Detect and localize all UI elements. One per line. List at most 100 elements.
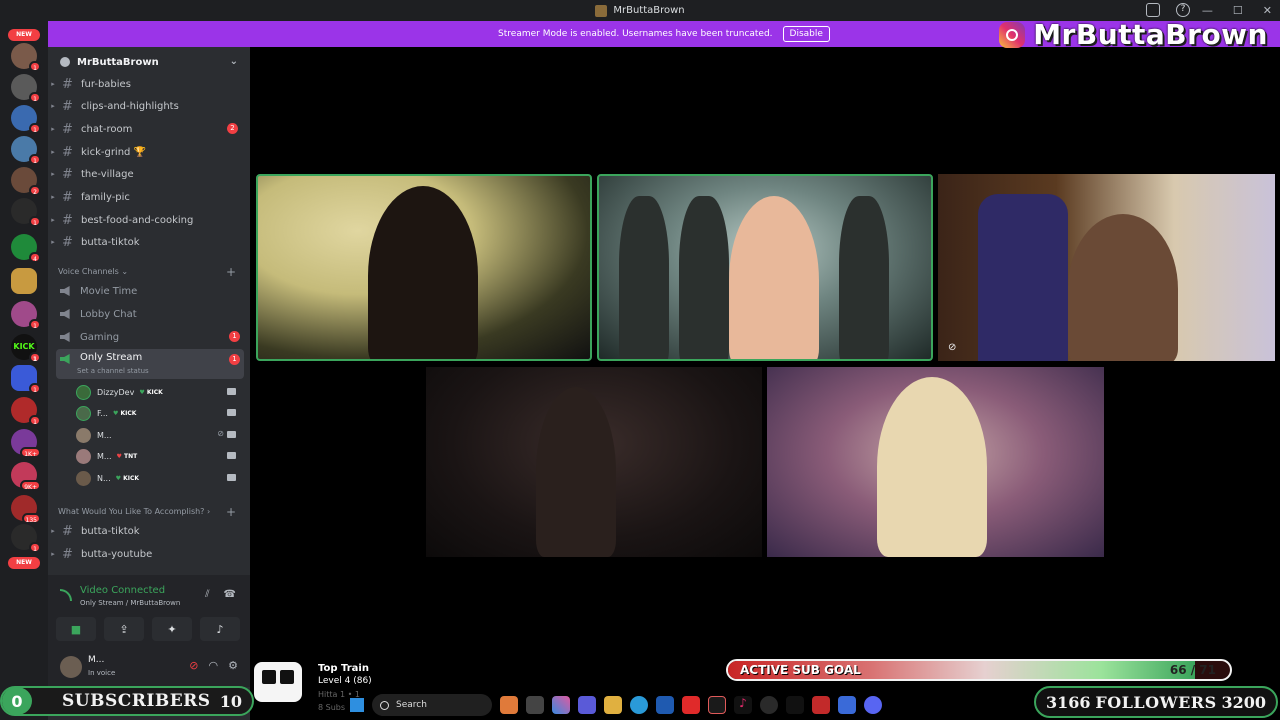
add-channel-icon[interactable]: + [226,265,236,279]
channel-item[interactable]: ▸ # the-village [48,163,250,185]
new-badge: NEW [8,557,40,569]
disable-streamer-mode-button[interactable]: Disable [782,26,830,42]
channel-item[interactable]: ▸ # butta-tiktok [48,231,250,253]
voice-user[interactable]: F... ♥ KICK [76,403,244,423]
server-icon[interactable]: 1 [11,301,41,330]
category-accomplish[interactable]: What Would You Like To Accomplish? › + [58,505,248,521]
taskbar: Search ♪ [350,692,940,718]
edge-icon[interactable] [630,696,648,714]
voice-channel-item[interactable]: Movie Time [56,280,244,302]
train-icon [254,662,302,702]
windows-start-icon[interactable] [350,698,364,712]
channel-item[interactable]: ▸ # clips-and-highlights [48,95,250,117]
terminal-icon[interactable] [708,696,726,714]
taskbar-app-icon[interactable] [526,696,544,714]
channel-status[interactable]: Set a channel status [77,367,149,375]
chevron-down-icon[interactable]: ⌄ [230,56,238,67]
voice-channel-item[interactable]: Gaming 1 [56,326,244,348]
channel-item[interactable]: ▸ # family-pic [48,186,250,208]
tiktok-icon[interactable]: ♪ [734,696,752,714]
server-icon[interactable]: 4 [11,234,41,263]
channel-item[interactable]: ▸ # best-food-and-cooking [48,209,250,231]
voice-actions: ⫽ ☎ [205,589,236,600]
server-icon[interactable]: 1 [11,136,41,165]
server-icon[interactable]: 1 [11,524,41,553]
video-tile[interactable]: ⊘ [938,174,1275,361]
kick-server-icon[interactable]: KICK 1 [11,334,41,363]
file-explorer-icon[interactable] [604,696,622,714]
server-icon[interactable]: 2 [11,167,41,196]
kick-tag: ♥ KICK [139,388,163,396]
activities-button[interactable]: ✦ [152,617,192,641]
server-icon[interactable]: 1 [11,105,41,134]
voice-user[interactable]: M... ⊘ [76,425,244,445]
app-icon[interactable] [838,696,856,714]
channel-item[interactable]: ▸ # fur-babies [48,73,250,95]
app-icon[interactable] [812,696,830,714]
video-tile[interactable] [426,367,762,557]
channel-item[interactable]: ▸ # chat-room 2 [48,118,250,140]
avatar [76,448,91,464]
voice-user[interactable]: N... ♥ KICK [76,468,244,488]
active-server-icon[interactable] [11,268,37,294]
teams-icon[interactable] [578,696,596,714]
avatar [76,384,91,400]
soundboard-button[interactable]: ♪ [200,617,240,641]
disconnect-icon[interactable]: ☎ [224,589,236,600]
channel-item[interactable]: ▸ # kick-grind 🏆 [48,141,250,163]
video-tile[interactable] [597,174,933,361]
unread-count: 2 [227,123,238,134]
category-voice-channels[interactable]: Voice Channels ⌄ + [58,265,248,281]
channel-item[interactable]: ▸ # butta-tiktok [48,520,250,542]
avatar[interactable] [60,656,82,678]
server-icon[interactable]: 9K+ [11,462,41,491]
voice-user[interactable]: M... ♥ TNT [76,446,244,466]
heart-icon: ♥ [139,388,145,396]
maximize-button[interactable]: ☐ [1233,4,1243,17]
taskbar-search[interactable]: Search [372,694,492,716]
camera-icon [227,452,236,459]
voice-location[interactable]: Only Stream / MrButtaBrown [80,599,180,607]
server-icon[interactable]: 1 [11,198,41,227]
signal-icon[interactable] [60,589,72,601]
copilot-icon[interactable] [552,696,570,714]
speaker-icon [60,354,70,364]
server-rail: NEW 1 1 1 1 2 1 4 1 KICK 1 1 1 1K+ 9K+ 13… [0,21,48,720]
channel-item[interactable]: ▸ # butta-youtube [48,543,250,565]
video-tile[interactable] [256,174,592,361]
active-voice-channel[interactable]: Only Stream Set a channel status 1 [56,349,244,379]
followers-current: 3166 [1046,692,1091,712]
hash-icon: # [62,189,73,205]
youtube-icon[interactable] [682,696,700,714]
minimize-button[interactable]: — [1202,4,1213,17]
obs-icon[interactable] [760,696,778,714]
hash-icon: # [62,234,73,250]
server-icon[interactable]: 1 [11,74,41,103]
voice-user[interactable]: DizzyDev ♥ KICK [76,382,244,402]
discord-icon[interactable] [864,696,882,714]
camera-icon [227,388,236,395]
cod-icon[interactable] [786,696,804,714]
microphone-muted-icon[interactable]: ⊘ [189,659,198,672]
add-channel-icon[interactable]: + [226,505,236,519]
inbox-icon[interactable] [1146,3,1160,17]
voice-channel-item[interactable]: Lobby Chat [56,303,244,325]
kick-tag: ♥ KICK [112,409,137,417]
server-icon[interactable]: 135 [11,495,41,524]
server-icon[interactable]: 1 [11,43,41,72]
store-icon[interactable] [656,696,674,714]
screen-share-button[interactable]: ⇪ [104,617,144,641]
server-icon[interactable]: 1 [11,397,41,426]
heart-icon: ♥ [115,474,122,482]
server-icon[interactable]: 1 [11,365,41,394]
close-button[interactable]: ✕ [1263,4,1272,17]
chevron-right-icon: ▸ [51,527,55,535]
headphones-icon[interactable]: ◠ [209,659,219,672]
video-tile[interactable] [767,367,1104,557]
camera-button[interactable]: ■ [56,617,96,641]
server-icon[interactable]: 1K+ [11,429,41,458]
noise-suppression-icon[interactable]: ⫽ [205,589,209,600]
help-icon[interactable]: ? [1176,3,1190,17]
taskbar-app-icon[interactable] [500,696,518,714]
gear-icon[interactable]: ⚙ [228,659,238,672]
